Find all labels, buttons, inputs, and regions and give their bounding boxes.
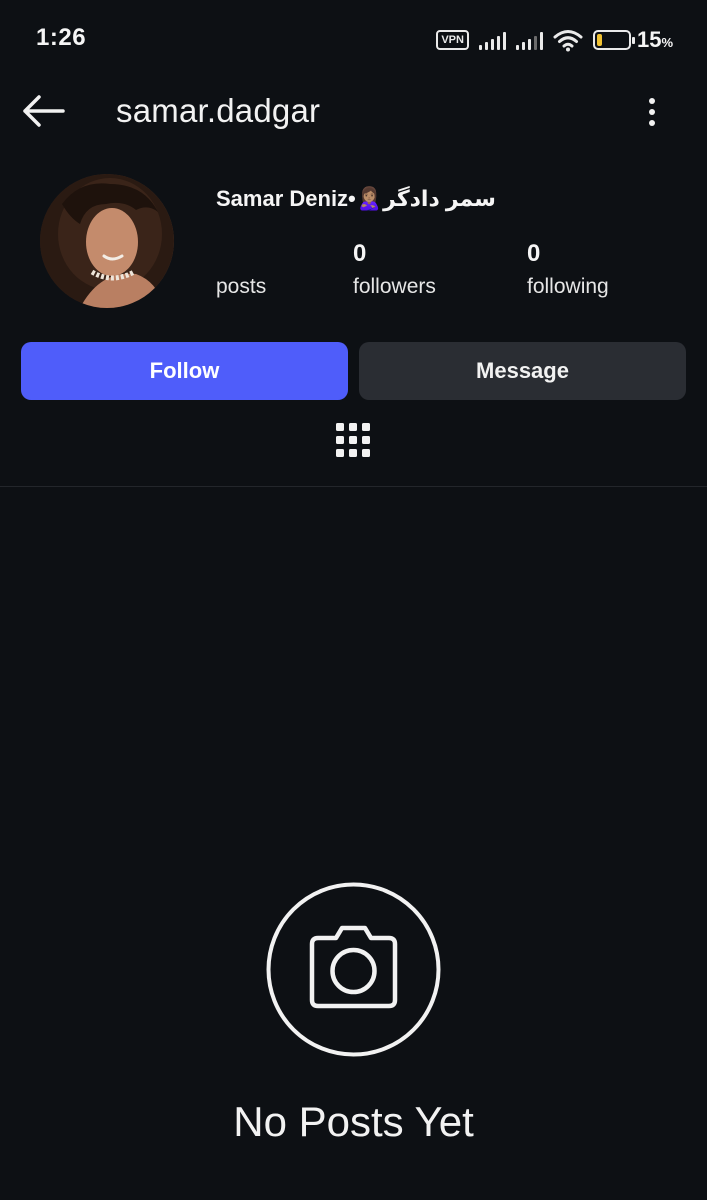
more-options-button[interactable]	[637, 90, 667, 134]
more-vertical-icon	[649, 98, 655, 126]
posts-stat[interactable]: posts	[216, 240, 266, 299]
following-label: following	[527, 275, 609, 298]
battery-icon: 15%	[592, 27, 673, 53]
battery-percent: 15	[636, 27, 662, 52]
signal-icon	[515, 30, 543, 50]
wifi-icon	[553, 30, 583, 52]
followers-count: 0	[353, 240, 367, 267]
profile-display-name: Samar Deniz•🙎🏽‍♀️سمر دادگر	[216, 186, 496, 211]
status-icons: VPN 15%	[436, 26, 673, 54]
top-bar: samar.dadgar	[0, 80, 707, 144]
status-time: 1:26	[36, 24, 87, 51]
empty-state-camera	[266, 882, 441, 1057]
empty-state-title: No Posts Yet	[233, 1098, 474, 1145]
posts-count	[216, 240, 266, 272]
followers-label: followers	[353, 275, 436, 298]
camera-icon	[266, 882, 441, 1057]
grid-icon	[336, 423, 370, 457]
tab-posts-grid[interactable]	[335, 421, 371, 465]
status-bar: 1:26 VPN 15%	[0, 0, 707, 80]
profile-username: samar.dadgar	[116, 92, 321, 129]
followers-stat[interactable]: 0 followers	[353, 240, 436, 299]
arrow-left-icon	[23, 95, 65, 127]
posts-label: posts	[216, 275, 267, 298]
vpn-icon: VPN	[436, 30, 469, 50]
signal-icon	[478, 30, 506, 50]
following-count: 0	[527, 240, 541, 267]
battery-unit: %	[661, 35, 673, 50]
avatar[interactable]	[40, 174, 174, 308]
following-stat[interactable]: 0 following	[527, 240, 609, 299]
avatar-photo	[40, 174, 174, 308]
back-button[interactable]	[18, 88, 68, 134]
divider	[0, 486, 707, 487]
follow-button[interactable]: Follow	[21, 342, 348, 400]
message-button[interactable]: Message	[359, 342, 686, 400]
profile-screen: 1:26 VPN 15% samar.dadgar Samar Deniz•🙎🏽…	[0, 0, 707, 1200]
